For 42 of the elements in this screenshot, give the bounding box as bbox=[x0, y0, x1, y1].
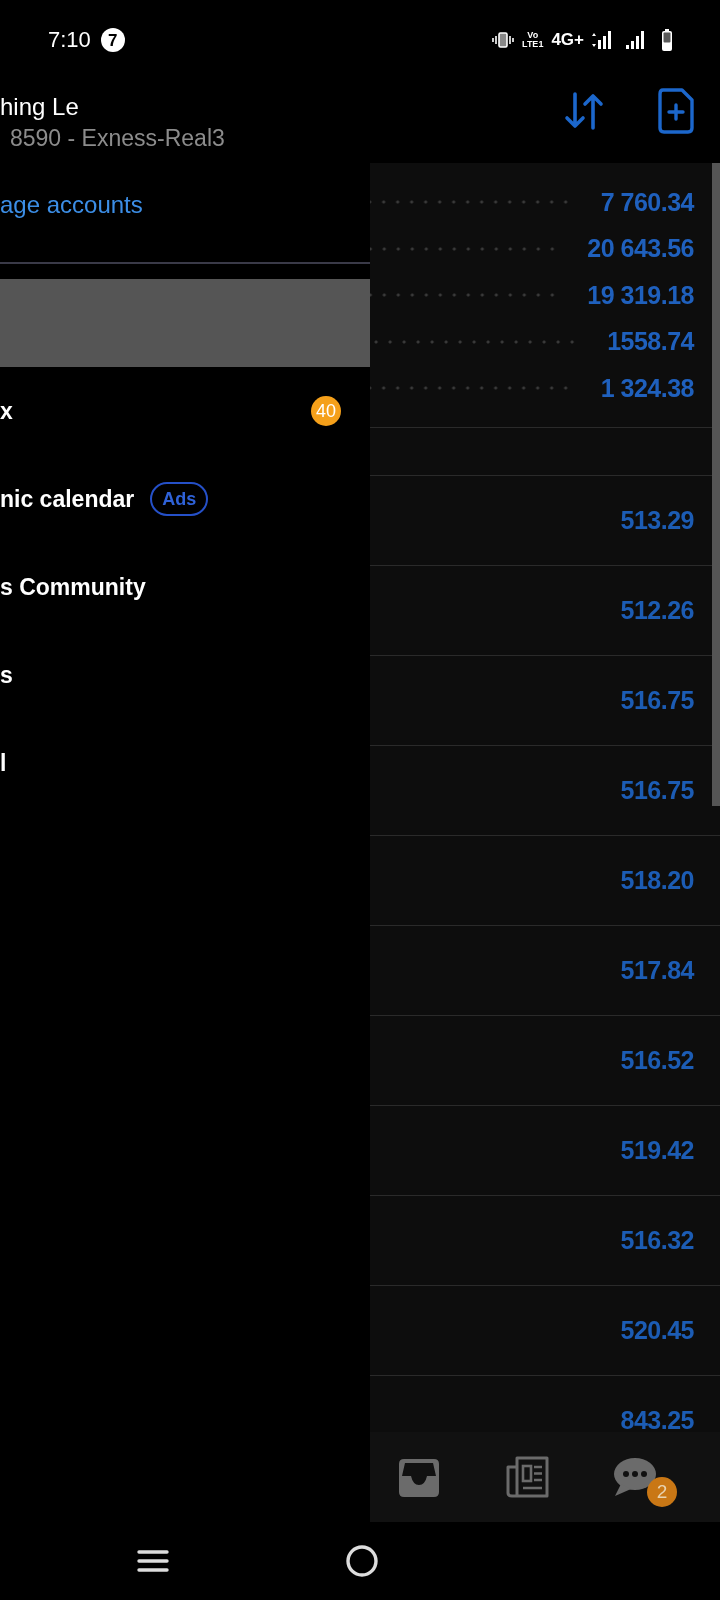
price-value: 516.75 bbox=[620, 687, 694, 713]
status-time: 7:10 bbox=[48, 27, 91, 53]
home-icon[interactable] bbox=[346, 1545, 378, 1577]
battery-icon bbox=[662, 29, 672, 51]
account-details: 8590 - Exness-Real3 bbox=[9, 124, 225, 153]
price-value: 516.32 bbox=[620, 1227, 694, 1253]
unread-badge: 2 bbox=[647, 1477, 677, 1507]
price-value: 516.52 bbox=[620, 1047, 694, 1073]
summary-value: 20 643.56 bbox=[587, 236, 694, 262]
menu-icon[interactable] bbox=[137, 1550, 169, 1572]
price-value: 513.29 bbox=[620, 507, 694, 533]
price-value: 843.25 bbox=[620, 1407, 694, 1432]
count-badge: 40 bbox=[311, 396, 341, 426]
price-value: 518.20 bbox=[620, 867, 694, 893]
account-name: hing Le bbox=[0, 92, 79, 122]
notification-count-badge: 7 bbox=[100, 28, 125, 52]
vibrate-icon bbox=[492, 32, 515, 48]
summary-value: 1558.74 bbox=[607, 329, 694, 355]
drawer-menu-item[interactable]: l bbox=[0, 719, 370, 807]
price-value: 519.42 bbox=[620, 1137, 694, 1163]
drawer-menu-item[interactable]: x 40 bbox=[0, 367, 370, 455]
sort-icon[interactable] bbox=[564, 91, 604, 130]
price-value: 512.26 bbox=[620, 597, 694, 623]
drawer-menu-item[interactable]: s bbox=[0, 631, 370, 719]
price-value: 520.45 bbox=[620, 1317, 694, 1343]
drawer-menu-item[interactable]: nic calendar Ads bbox=[0, 455, 370, 543]
summary-value: 19 319.18 bbox=[587, 282, 694, 308]
signal-strength-icon bbox=[626, 31, 646, 49]
volte-label: Vo bbox=[527, 31, 539, 40]
lte-label: LTE1 bbox=[522, 40, 544, 49]
signal-strength-icon bbox=[592, 31, 612, 49]
inbox-tray-icon[interactable] bbox=[397, 1457, 441, 1497]
network-type-label: 4G+ bbox=[551, 30, 584, 50]
drawer-menu-item[interactable]: s Community bbox=[0, 543, 370, 631]
price-value: 516.75 bbox=[620, 777, 694, 803]
new-document-icon[interactable] bbox=[658, 87, 694, 134]
ads-tag: Ads bbox=[150, 482, 209, 516]
chat-bubble-icon[interactable] bbox=[613, 1457, 657, 1497]
summary-value: 1 324.38 bbox=[600, 375, 694, 401]
manage-accounts-link[interactable]: age accounts bbox=[0, 189, 143, 221]
summary-value: 7 760.34 bbox=[600, 189, 694, 215]
price-value: 517.84 bbox=[620, 957, 694, 983]
